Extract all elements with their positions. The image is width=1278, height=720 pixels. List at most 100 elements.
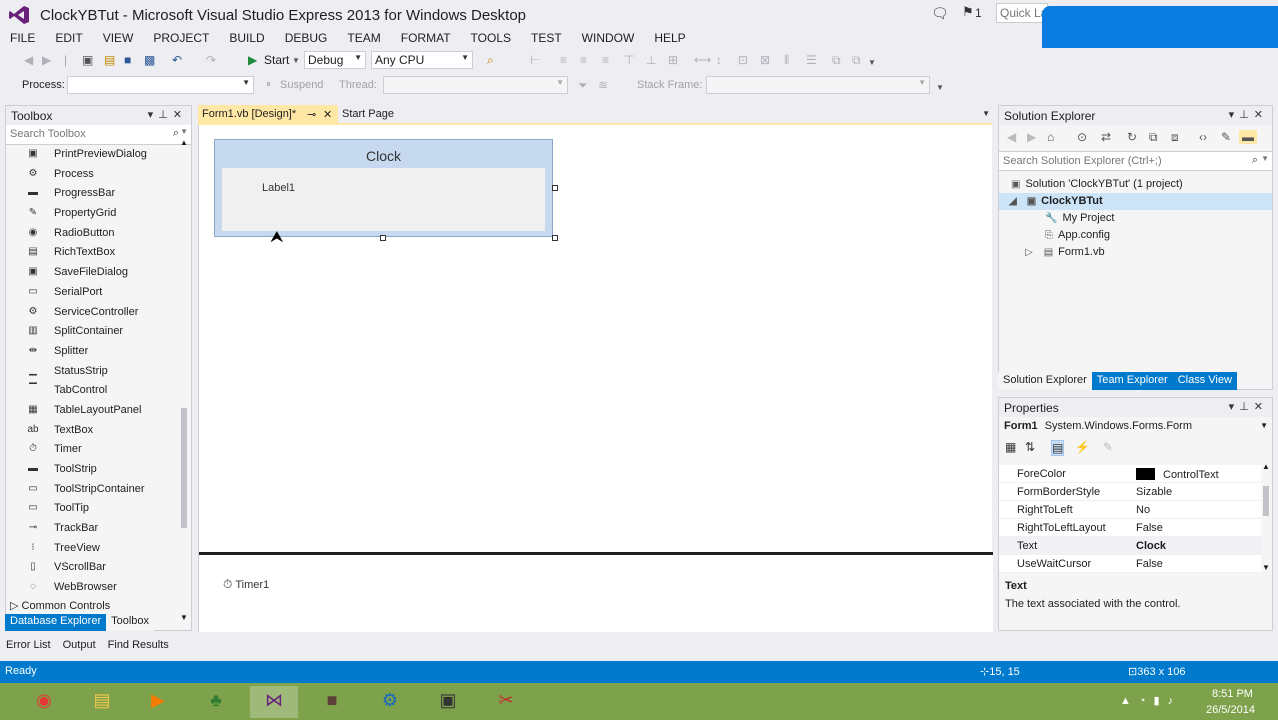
toolbox-item[interactable]: ⚙ Process xyxy=(6,165,191,185)
toolbox-item[interactable]: ⇹ Splitter xyxy=(6,342,191,362)
menu-team[interactable]: TEAM xyxy=(337,30,390,48)
make-same-height-icon[interactable]: ↕ xyxy=(716,53,722,67)
thread-select[interactable]: ▼ xyxy=(383,76,568,94)
toolbox-item[interactable]: ◌ WebBrowser xyxy=(6,578,191,598)
taskbar-date[interactable]: 26/5/2014 xyxy=(1206,704,1255,716)
find-in-files-icon[interactable]: ⌕ xyxy=(487,53,494,68)
close-icon[interactable]: ✕ xyxy=(1254,109,1268,121)
vertical-spacing-icon[interactable]: ☰ xyxy=(806,53,817,67)
menu-project[interactable]: PROJECT xyxy=(143,30,219,48)
align-middles-icon[interactable]: ⊤ xyxy=(624,53,634,67)
start-icon[interactable]: ▶ xyxy=(248,53,257,67)
platform-select[interactable]: Any CPU ▼ xyxy=(371,51,473,69)
battery-icon[interactable]: ▮ xyxy=(1154,695,1168,707)
menu-build[interactable]: BUILD xyxy=(219,30,274,48)
toolbox-item[interactable]: ✎ PropertyGrid xyxy=(6,204,191,224)
expand-arrow-icon[interactable]: ▷ xyxy=(1025,247,1033,258)
menu-tools[interactable]: TOOLS xyxy=(461,30,521,48)
toolbox-group-common-controls[interactable]: ▷ Common Controls xyxy=(10,599,110,612)
property-row-righttoleft[interactable]: RightToLeft No xyxy=(999,501,1261,519)
view-code-icon[interactable]: ‹› xyxy=(1199,130,1207,144)
close-icon[interactable]: ✕ xyxy=(173,109,187,121)
collapse-arrow-icon[interactable]: ◢ xyxy=(1009,196,1017,207)
show-hidden-icons-icon[interactable]: ▲ xyxy=(1120,695,1139,707)
tab-solution-explorer[interactable]: Solution Explorer xyxy=(998,372,1092,390)
notification-icon[interactable]: 🗨 xyxy=(931,5,949,22)
toolbox-item[interactable]: ⁝ TreeView xyxy=(6,539,191,559)
tab-start-page[interactable]: Start Page xyxy=(338,105,428,124)
align-grid-icon[interactable]: ⊞ xyxy=(668,53,678,67)
close-icon[interactable]: ✕ xyxy=(1254,401,1268,413)
menu-file[interactable]: FILE xyxy=(0,30,45,48)
open-file-icon[interactable]: ▤ xyxy=(104,53,115,67)
file-explorer-icon[interactable]: ▤ xyxy=(78,686,126,718)
pin-icon[interactable]: ⊸ xyxy=(307,108,316,121)
toolbox-item[interactable]: ▤ RichTextBox xyxy=(6,243,191,263)
toolbar-overflow-icon[interactable]: ▼ xyxy=(868,58,876,67)
align-centers-icon[interactable]: ≡ xyxy=(560,53,567,67)
quick-launch-input[interactable]: Quick La xyxy=(996,3,1048,23)
menu-edit[interactable]: EDIT xyxy=(45,30,92,48)
toolbox-item[interactable]: ⚙ ServiceController xyxy=(6,303,191,323)
send-to-back-icon[interactable]: ⧉ xyxy=(852,53,861,68)
make-same-size-icon[interactable]: ⊡ xyxy=(738,53,748,67)
scroll-down-icon[interactable]: ▼ xyxy=(180,613,188,622)
start-button-label[interactable]: Start xyxy=(264,53,289,67)
tab-find-results[interactable]: Find Results xyxy=(102,638,175,656)
toolbox-item[interactable]: ▁ StatusStrip xyxy=(6,362,191,382)
redo-icon[interactable]: ↷ xyxy=(206,53,216,67)
toolbar-overflow-icon[interactable]: ▼ xyxy=(936,83,944,92)
tree-solution[interactable]: ▣ Solution 'ClockYBTut' (1 project) xyxy=(1011,176,1183,193)
chevron-down-icon[interactable]: ▼ xyxy=(1261,154,1269,163)
label1-control[interactable]: Label1 xyxy=(262,182,295,194)
property-row-text[interactable]: Text Clock xyxy=(999,537,1261,555)
toolbox-item[interactable]: ab TextBox xyxy=(6,421,191,441)
configuration-select[interactable]: Debug ▼ xyxy=(304,51,366,69)
refresh-icon[interactable]: ↻ xyxy=(1127,130,1137,144)
resize-handle-corner[interactable] xyxy=(552,235,558,241)
media-player-icon[interactable]: ▶ xyxy=(134,686,182,718)
scrollbar-thumb[interactable] xyxy=(1263,486,1269,516)
tab-toolbox[interactable]: Toolbox xyxy=(106,614,155,631)
tab-team-explorer[interactable]: Team Explorer xyxy=(1091,372,1173,390)
horizontal-spacing-icon[interactable]: ⦀ xyxy=(784,53,789,68)
toolbox-search-input[interactable]: Search Toolbox ⌕ ▼ xyxy=(6,125,191,145)
object-selector[interactable]: Form1 System.Windows.Forms.Form ▼ xyxy=(999,417,1272,436)
form-preview-window[interactable]: Clock Label1 xyxy=(214,139,553,237)
scroll-up-icon[interactable]: ▲ xyxy=(1262,462,1270,471)
property-row-righttoleftlayout[interactable]: RightToLeftLayout False xyxy=(999,519,1261,537)
menu-debug[interactable]: DEBUG xyxy=(275,30,338,48)
align-bottoms-icon[interactable]: ⊥ xyxy=(646,53,656,67)
new-project-icon[interactable]: ▣ xyxy=(82,53,93,67)
property-pages-icon[interactable]: ✎ xyxy=(1103,440,1113,454)
toolbox-item[interactable]: ◉ RadioButton xyxy=(6,224,191,244)
toolbox-item[interactable]: ▭ SerialPort xyxy=(6,283,191,303)
toolbox-item[interactable]: ▯ VScrollBar xyxy=(6,558,191,578)
chrome-icon[interactable]: ◉ xyxy=(20,686,68,718)
menu-view[interactable]: VIEW xyxy=(93,30,144,48)
save-all-icon[interactable]: ▩ xyxy=(144,53,155,67)
forward-icon[interactable]: ▶ xyxy=(42,53,51,67)
window-position-icon[interactable]: ▾ xyxy=(1229,401,1240,413)
tree-app-config[interactable]: ⎘ App.config xyxy=(1045,227,1110,244)
toolbox-item[interactable]: ▥ SplitContainer xyxy=(6,322,191,342)
menu-window[interactable]: WINDOW xyxy=(572,30,645,48)
toolbox-item[interactable]: ▣ SaveFileDialog xyxy=(6,263,191,283)
game-icon[interactable]: ♣ xyxy=(192,686,240,718)
properties-view-icon[interactable]: ▤ xyxy=(1051,440,1065,456)
toolbox-item[interactable]: ⊸ TrackBar xyxy=(6,519,191,539)
resize-handle-bottom[interactable] xyxy=(380,235,386,241)
tree-form1-vb[interactable]: ▷ ▤ Form1.vb xyxy=(1025,244,1105,261)
categorized-icon[interactable]: ▦ xyxy=(1005,440,1016,454)
menu-format[interactable]: FORMAT xyxy=(391,30,461,48)
pin-icon[interactable]: ⊥ xyxy=(1239,401,1254,413)
undo-icon[interactable]: ↶ xyxy=(172,53,182,67)
save-icon[interactable]: ■ xyxy=(124,53,131,67)
toolbox-item[interactable]: ▦ TableLayoutPanel xyxy=(6,401,191,421)
size-to-grid-icon[interactable]: ⊠ xyxy=(760,53,770,67)
back-icon[interactable]: ◀ xyxy=(24,53,33,67)
eclipse-icon[interactable]: ⚙ xyxy=(366,686,414,718)
alphabetical-icon[interactable]: ⇅ xyxy=(1025,440,1035,454)
tab-database-explorer[interactable]: Database Explorer xyxy=(5,614,107,631)
snipping-tool-icon[interactable]: ✂ xyxy=(482,686,530,718)
